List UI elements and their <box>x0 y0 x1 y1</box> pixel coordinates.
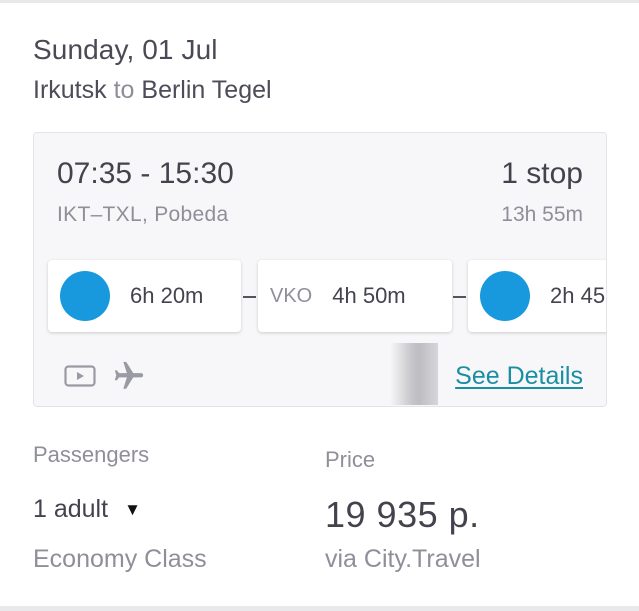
provider-name: via City.Travel <box>325 545 481 573</box>
see-details-link[interactable]: See Details <box>455 362 583 391</box>
overlay-fade <box>390 343 438 405</box>
route-connector: to <box>113 76 135 104</box>
passengers-label: Passengers <box>33 442 150 467</box>
stops-count: 1 stop <box>501 157 583 190</box>
price-value: 19 935 p. <box>325 494 480 535</box>
flight-card[interactable]: 07:35 - 15:30 1 stop IKT–TXL, Pobeda 13h… <box>33 132 607 407</box>
video-icon <box>64 365 96 387</box>
cabin-class: Economy Class <box>33 545 207 573</box>
bottom-divider <box>0 606 639 611</box>
segment-connector <box>453 296 466 298</box>
layover-airport-code: VKO <box>270 284 313 307</box>
trip-date: Sunday, 01 Jul <box>33 34 218 65</box>
destination-city: Berlin Tegel <box>141 76 272 104</box>
layover-segment: VKO 4h 50m <box>258 260 452 332</box>
price-label: Price <box>325 447 376 472</box>
airports-airline: IKT–TXL, Pobeda <box>57 203 229 226</box>
segment-duration: 6h 20m <box>130 283 204 308</box>
airline-logo-icon <box>480 271 530 321</box>
segment-connector <box>243 296 256 298</box>
route-summary: Irkutsk to Berlin Tegel <box>33 76 272 105</box>
caret-down-icon: ▼ <box>124 499 141 519</box>
segment-1: 6h 20m <box>48 260 241 332</box>
segment-2: 2h 45m <box>468 260 606 332</box>
plane-icon <box>114 361 144 389</box>
airline-logo-icon <box>60 271 110 321</box>
total-duration: 13h 55m <box>501 203 583 226</box>
segment-duration: 2h 45m <box>550 283 606 308</box>
origin-city: Irkutsk <box>33 76 107 104</box>
passengers-value: 1 adult <box>33 495 109 523</box>
layover-duration: 4h 50m <box>332 283 406 308</box>
passengers-dropdown[interactable]: 1 adult ▼ <box>33 495 141 524</box>
top-divider <box>0 0 639 3</box>
flight-times: 07:35 - 15:30 <box>57 157 234 190</box>
